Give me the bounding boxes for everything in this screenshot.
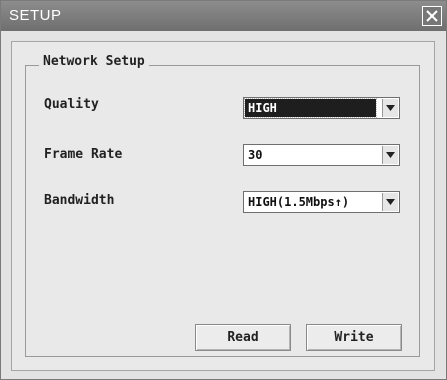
quality-dropdown-button[interactable] — [382, 99, 398, 117]
window-title: SETUP — [9, 7, 62, 24]
group-legend: Network Setup — [39, 54, 149, 69]
frame-rate-label: Frame Rate — [44, 147, 123, 162]
bandwidth-dropdown-button[interactable] — [382, 193, 398, 211]
bandwidth-value: HIGH(1.5Mbps↑) — [248, 195, 350, 209]
chevron-down-icon — [386, 199, 395, 205]
bandwidth-label: Bandwidth — [44, 193, 115, 208]
title-bar[interactable]: SETUP — [1, 1, 446, 31]
quality-label: Quality — [44, 97, 99, 112]
frame-rate-dropdown-button[interactable] — [382, 146, 398, 164]
quality-value: HIGH — [244, 98, 377, 118]
quality-select[interactable]: HIGH — [243, 97, 400, 119]
chevron-down-icon — [386, 105, 395, 111]
close-button[interactable] — [422, 6, 442, 26]
chevron-down-icon — [386, 152, 395, 158]
setup-dialog: SETUP Network Setup Quality HIGH Frame R… — [0, 0, 447, 380]
close-icon — [426, 10, 438, 22]
bandwidth-select[interactable]: HIGH(1.5Mbps↑) — [243, 191, 400, 213]
read-button[interactable]: Read — [195, 324, 291, 351]
frame-rate-select[interactable]: 30 — [243, 144, 400, 166]
write-button[interactable]: Write — [306, 324, 402, 351]
frame-rate-value: 30 — [248, 148, 263, 162]
